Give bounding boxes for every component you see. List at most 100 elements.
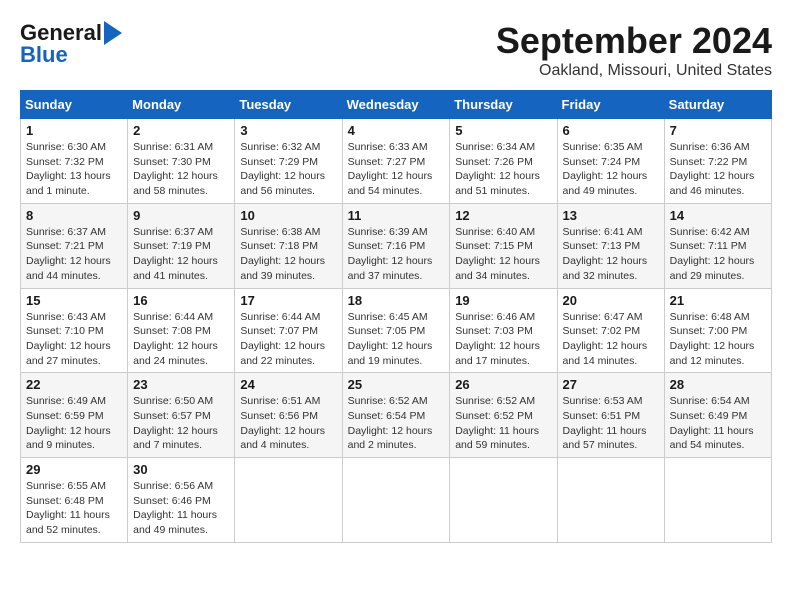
calendar-week-row: 22 Sunrise: 6:49 AMSunset: 6:59 PMDayligh… <box>21 373 772 458</box>
calendar-day-cell: 5Sunrise: 6:34 AMSunset: 7:26 PMDaylight… <box>450 119 557 204</box>
calendar-day-cell: 8 Sunrise: 6:37 AMSunset: 7:21 PMDaylight… <box>21 203 128 288</box>
day-info: Sunrise: 6:50 AMSunset: 6:57 PMDaylight:… <box>133 394 229 453</box>
day-number: 28 <box>670 377 766 392</box>
logo-blue-text: Blue <box>20 42 68 68</box>
day-info: Sunrise: 6:43 AMSunset: 7:10 PMDaylight:… <box>26 310 122 369</box>
day-number: 9 <box>133 208 229 223</box>
day-number: 20 <box>563 293 659 308</box>
day-info: Sunrise: 6:32 AMSunset: 7:29 PMDaylight:… <box>240 140 336 199</box>
calendar-day-cell: 10 Sunrise: 6:38 AMSunset: 7:18 PMDayligh… <box>235 203 342 288</box>
weekday-header-cell: Wednesday <box>342 91 450 119</box>
page-header: General Blue September 2024 Oakland, Mis… <box>20 20 772 80</box>
calendar-day-cell <box>342 458 450 543</box>
day-number: 14 <box>670 208 766 223</box>
calendar-day-cell: 4Sunrise: 6:33 AMSunset: 7:27 PMDaylight… <box>342 119 450 204</box>
day-number: 26 <box>455 377 551 392</box>
calendar-day-cell: 27Sunrise: 6:53 AMSunset: 6:51 PMDayligh… <box>557 373 664 458</box>
weekday-header-row: SundayMondayTuesdayWednesdayThursdayFrid… <box>21 91 772 119</box>
day-info: Sunrise: 6:30 AMSunset: 7:32 PMDaylight:… <box>26 140 122 199</box>
calendar-day-cell: 9 Sunrise: 6:37 AMSunset: 7:19 PMDaylight… <box>128 203 235 288</box>
calendar-day-cell: 11 Sunrise: 6:39 AMSunset: 7:16 PMDayligh… <box>342 203 450 288</box>
day-number: 22 <box>26 377 122 392</box>
day-info: Sunrise: 6:44 AMSunset: 7:07 PMDaylight:… <box>240 310 336 369</box>
day-info: Sunrise: 6:52 AMSunset: 6:54 PMDaylight:… <box>348 394 445 453</box>
day-info: Sunrise: 6:41 AMSunset: 7:13 PMDaylight:… <box>563 225 659 284</box>
calendar-day-cell: 23 Sunrise: 6:50 AMSunset: 6:57 PMDayligh… <box>128 373 235 458</box>
weekday-header-cell: Friday <box>557 91 664 119</box>
day-number: 12 <box>455 208 551 223</box>
calendar-week-row: 8 Sunrise: 6:37 AMSunset: 7:21 PMDaylight… <box>21 203 772 288</box>
weekday-header-cell: Monday <box>128 91 235 119</box>
calendar-day-cell: 24 Sunrise: 6:51 AMSunset: 6:56 PMDayligh… <box>235 373 342 458</box>
calendar-day-cell: 19 Sunrise: 6:46 AMSunset: 7:03 PMDayligh… <box>450 288 557 373</box>
calendar-day-cell: 21 Sunrise: 6:48 AMSunset: 7:00 PMDayligh… <box>664 288 771 373</box>
day-number: 13 <box>563 208 659 223</box>
day-number: 15 <box>26 293 122 308</box>
location: Oakland, Missouri, United States <box>496 62 772 80</box>
day-info: Sunrise: 6:45 AMSunset: 7:05 PMDaylight:… <box>348 310 445 369</box>
day-info: Sunrise: 6:36 AMSunset: 7:22 PMDaylight:… <box>670 140 766 199</box>
day-info: Sunrise: 6:37 AMSunset: 7:21 PMDaylight:… <box>26 225 122 284</box>
calendar-day-cell <box>235 458 342 543</box>
calendar-day-cell <box>664 458 771 543</box>
calendar-day-cell: 30Sunrise: 6:56 AMSunset: 6:46 PMDayligh… <box>128 458 235 543</box>
calendar-day-cell <box>450 458 557 543</box>
day-number: 21 <box>670 293 766 308</box>
day-info: Sunrise: 6:44 AMSunset: 7:08 PMDaylight:… <box>133 310 229 369</box>
day-number: 16 <box>133 293 229 308</box>
calendar-day-cell: 18Sunrise: 6:45 AMSunset: 7:05 PMDayligh… <box>342 288 450 373</box>
day-info: Sunrise: 6:37 AMSunset: 7:19 PMDaylight:… <box>133 225 229 284</box>
day-info: Sunrise: 6:47 AMSunset: 7:02 PMDaylight:… <box>563 310 659 369</box>
day-info: Sunrise: 6:51 AMSunset: 6:56 PMDaylight:… <box>240 394 336 453</box>
day-info: Sunrise: 6:35 AMSunset: 7:24 PMDaylight:… <box>563 140 659 199</box>
day-number: 24 <box>240 377 336 392</box>
day-number: 4 <box>348 123 445 138</box>
calendar-day-cell: 22 Sunrise: 6:49 AMSunset: 6:59 PMDayligh… <box>21 373 128 458</box>
day-info: Sunrise: 6:46 AMSunset: 7:03 PMDaylight:… <box>455 310 551 369</box>
day-number: 11 <box>348 208 445 223</box>
day-info: Sunrise: 6:55 AMSunset: 6:48 PMDaylight:… <box>26 479 122 538</box>
weekday-header-cell: Thursday <box>450 91 557 119</box>
day-number: 7 <box>670 123 766 138</box>
day-number: 27 <box>563 377 659 392</box>
weekday-header-cell: Saturday <box>664 91 771 119</box>
weekday-header-cell: Sunday <box>21 91 128 119</box>
calendar-week-row: 15 Sunrise: 6:43 AMSunset: 7:10 PMDayligh… <box>21 288 772 373</box>
day-info: Sunrise: 6:49 AMSunset: 6:59 PMDaylight:… <box>26 394 122 453</box>
day-number: 25 <box>348 377 445 392</box>
day-info: Sunrise: 6:42 AMSunset: 7:11 PMDaylight:… <box>670 225 766 284</box>
calendar-day-cell: 7 Sunrise: 6:36 AMSunset: 7:22 PMDaylight… <box>664 119 771 204</box>
day-info: Sunrise: 6:52 AMSunset: 6:52 PMDaylight:… <box>455 394 551 453</box>
calendar-day-cell: 16 Sunrise: 6:44 AMSunset: 7:08 PMDayligh… <box>128 288 235 373</box>
day-info: Sunrise: 6:54 AMSunset: 6:49 PMDaylight:… <box>670 394 766 453</box>
calendar-day-cell: 29 Sunrise: 6:55 AMSunset: 6:48 PMDayligh… <box>21 458 128 543</box>
calendar-day-cell: 12 Sunrise: 6:40 AMSunset: 7:15 PMDayligh… <box>450 203 557 288</box>
day-info: Sunrise: 6:40 AMSunset: 7:15 PMDaylight:… <box>455 225 551 284</box>
day-number: 6 <box>563 123 659 138</box>
calendar-day-cell: 1 Sunrise: 6:30 AMSunset: 7:32 PMDaylight… <box>21 119 128 204</box>
logo: General Blue <box>20 20 122 68</box>
day-info: Sunrise: 6:56 AMSunset: 6:46 PMDaylight:… <box>133 479 229 538</box>
day-info: Sunrise: 6:38 AMSunset: 7:18 PMDaylight:… <box>240 225 336 284</box>
calendar-day-cell: 3 Sunrise: 6:32 AMSunset: 7:29 PMDaylight… <box>235 119 342 204</box>
day-number: 17 <box>240 293 336 308</box>
day-number: 23 <box>133 377 229 392</box>
day-number: 19 <box>455 293 551 308</box>
day-number: 5 <box>455 123 551 138</box>
calendar-table: SundayMondayTuesdayWednesdayThursdayFrid… <box>20 90 772 543</box>
day-number: 3 <box>240 123 336 138</box>
calendar-day-cell: 6 Sunrise: 6:35 AMSunset: 7:24 PMDaylight… <box>557 119 664 204</box>
day-info: Sunrise: 6:39 AMSunset: 7:16 PMDaylight:… <box>348 225 445 284</box>
weekday-header-cell: Tuesday <box>235 91 342 119</box>
day-number: 10 <box>240 208 336 223</box>
day-info: Sunrise: 6:48 AMSunset: 7:00 PMDaylight:… <box>670 310 766 369</box>
day-number: 1 <box>26 123 122 138</box>
month-title: September 2024 <box>496 20 772 62</box>
calendar-day-cell: 13 Sunrise: 6:41 AMSunset: 7:13 PMDayligh… <box>557 203 664 288</box>
day-number: 29 <box>26 462 122 477</box>
day-info: Sunrise: 6:31 AMSunset: 7:30 PMDaylight:… <box>133 140 229 199</box>
calendar-day-cell: 15 Sunrise: 6:43 AMSunset: 7:10 PMDayligh… <box>21 288 128 373</box>
day-number: 8 <box>26 208 122 223</box>
calendar-day-cell: 28 Sunrise: 6:54 AMSunset: 6:49 PMDayligh… <box>664 373 771 458</box>
calendar-day-cell: 14 Sunrise: 6:42 AMSunset: 7:11 PMDayligh… <box>664 203 771 288</box>
